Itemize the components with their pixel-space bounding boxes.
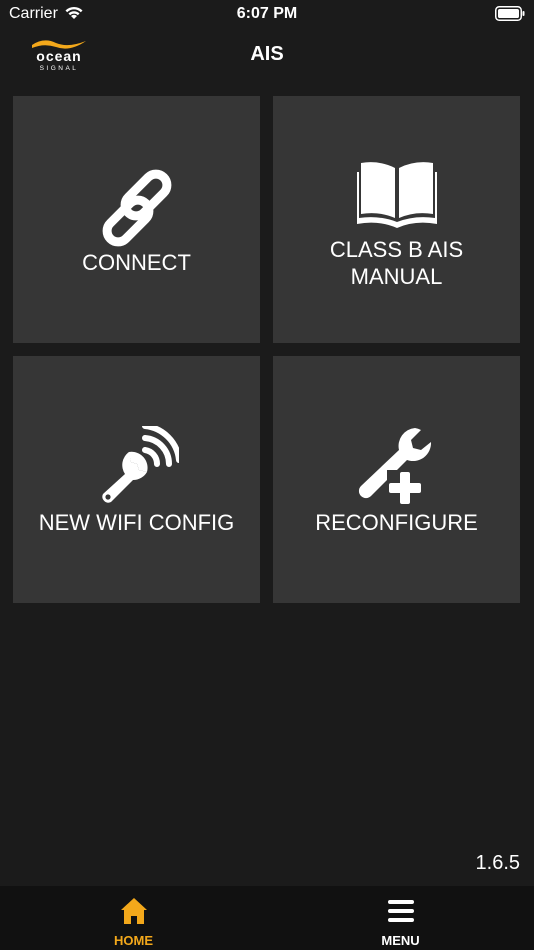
tab-home-label: HOME: [114, 933, 153, 948]
class-b-ais-manual-label: CLASS B AIS MANUAL: [329, 237, 464, 289]
link-icon: [13, 166, 260, 250]
navigation-bar: ocean SIGNAL AIS: [0, 30, 534, 82]
tab-home[interactable]: HOME: [0, 886, 267, 950]
tab-menu[interactable]: MENU: [267, 886, 534, 950]
logo-subtitle: SIGNAL: [40, 65, 79, 72]
home-icon: [0, 896, 267, 926]
home-grid: CONNECT CLASS B AIS MANUAL NEW WIFI CONF…: [0, 82, 534, 886]
new-wifi-config-label: NEW WIFI CONFIG: [38, 510, 235, 535]
page-title: AIS: [250, 43, 284, 65]
wifi-wrench-icon: [13, 426, 260, 506]
battery-icon: [495, 6, 525, 26]
tab-menu-label: MENU: [381, 933, 420, 948]
status-bar: Carrier 6:07 PM: [0, 0, 534, 30]
reconfigure-tile[interactable]: RECONFIGURE: [273, 356, 520, 603]
tab-bar: HOME MENU: [0, 886, 534, 950]
class-b-ais-manual-tile[interactable]: CLASS B AIS MANUAL: [273, 96, 520, 343]
app-version: 1.6.5: [475, 852, 520, 874]
connect-tile[interactable]: CONNECT: [13, 96, 260, 343]
reconfigure-label: RECONFIGURE: [315, 510, 478, 535]
wrench-plus-icon: [273, 426, 520, 506]
new-wifi-config-tile[interactable]: NEW WIFI CONFIG: [13, 356, 260, 603]
book-icon: [273, 158, 520, 228]
connect-label: CONNECT: [82, 250, 191, 275]
hamburger-menu-icon: [267, 896, 534, 926]
clock: 6:07 PM: [236, 5, 298, 22]
